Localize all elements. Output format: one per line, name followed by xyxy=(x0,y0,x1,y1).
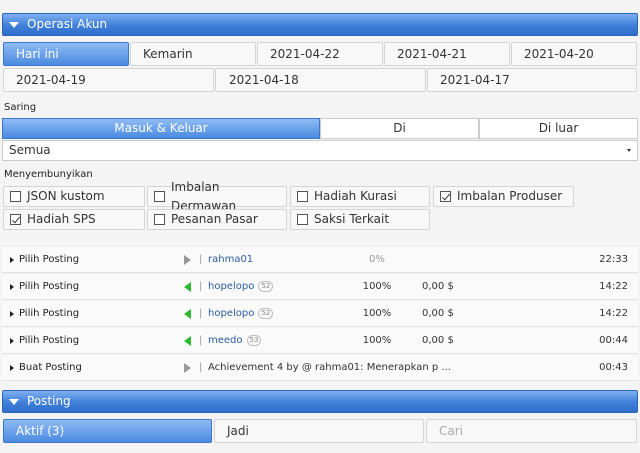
operation-type: Pilih Posting xyxy=(19,281,80,292)
posting-title: Posting xyxy=(27,394,71,408)
separator: | xyxy=(199,254,203,265)
checkbox-checked-icon xyxy=(440,191,451,202)
operation-row[interactable]: Pilih Posting | hopelopo 52 100% 0,00 $ 1… xyxy=(2,301,638,327)
expand-arrow-icon xyxy=(10,284,14,290)
filter-label: Saring xyxy=(4,102,37,113)
tab-active[interactable]: Aktif (3) xyxy=(3,419,212,443)
vote-grey-icon xyxy=(184,255,191,265)
checkbox-icon xyxy=(154,191,165,202)
tab-search[interactable]: Cari xyxy=(426,419,637,443)
tab-done[interactable]: Jadi xyxy=(214,419,424,443)
vote-amount: 0,00 $ xyxy=(422,335,454,346)
date-button-2021-04-20[interactable]: 2021-04-20 xyxy=(511,42,637,66)
direction-filter: Masuk & Keluar Di Di luar xyxy=(2,118,638,139)
expand-arrow-icon xyxy=(10,365,14,371)
operation-time: 00:44 xyxy=(599,335,628,346)
reputation-badge: 53 xyxy=(246,334,262,346)
date-button-2021-04-21[interactable]: 2021-04-21 xyxy=(384,42,510,66)
operation-time: 22:33 xyxy=(599,254,628,265)
hide-label: Menyembunyikan xyxy=(4,169,93,180)
date-button-today[interactable]: Hari ini xyxy=(3,42,129,66)
checkbox-icon xyxy=(10,191,21,202)
date-button-2021-04-19[interactable]: 2021-04-19 xyxy=(3,68,214,92)
hide-option-sps-reward[interactable]: Hadiah SPS xyxy=(3,209,145,230)
reputation-badge: 52 xyxy=(258,307,274,319)
separator: | xyxy=(199,281,203,292)
post-title-link[interactable]: Achievement 4 by @ rahma01: Menerapkan p… xyxy=(208,355,451,381)
posting-header[interactable]: Posting xyxy=(2,390,638,413)
vote-percent: 100% xyxy=(362,335,392,346)
date-button-yesterday[interactable]: Kemarin xyxy=(130,42,256,66)
filter-tab-out[interactable]: Di luar xyxy=(479,118,638,139)
author-link[interactable]: hopelopo 52 xyxy=(208,274,274,300)
date-button-2021-04-18[interactable]: 2021-04-18 xyxy=(215,68,426,92)
separator: | xyxy=(199,335,203,346)
hide-option-label: JSON kustom xyxy=(27,189,105,203)
operation-row[interactable]: Pilih Posting | rahma01 0% 22:33 xyxy=(2,247,638,273)
operation-time: 00:43 xyxy=(599,362,628,373)
operation-row[interactable]: Pilih Posting | meedo 53 100% 0,00 $ 00:4… xyxy=(2,328,638,354)
vote-green-icon xyxy=(184,309,191,319)
operation-row[interactable]: Pilih Posting | hopelopo 52 100% 0,00 $ 1… xyxy=(2,274,638,300)
operation-type-select[interactable]: Semua xyxy=(2,140,638,161)
expand-arrow-icon xyxy=(10,338,14,344)
separator: | xyxy=(199,308,203,319)
operation-type: Buat Posting xyxy=(19,362,82,373)
hide-option-label: Hadiah SPS xyxy=(27,212,96,226)
date-button-2021-04-22[interactable]: 2021-04-22 xyxy=(257,42,383,66)
collapse-triangle-icon xyxy=(9,398,19,405)
operation-time: 14:22 xyxy=(599,281,628,292)
author-link[interactable]: meedo 53 xyxy=(208,328,262,354)
hide-option-market-order[interactable]: Pesanan Pasar xyxy=(147,209,287,230)
hide-option-label: Pesanan Pasar xyxy=(171,212,258,226)
hide-option-benefactor-reward[interactable]: Imbalan Dermawan xyxy=(147,180,287,213)
caret-down-icon xyxy=(627,149,631,152)
hide-option-author-reward[interactable]: Imbalan Produser xyxy=(433,186,574,207)
operation-row[interactable]: Buat Posting | Achievement 4 by @ rahma0… xyxy=(2,355,638,381)
vote-percent: 100% xyxy=(362,308,392,319)
hide-option-label: Imbalan Produser xyxy=(457,189,563,203)
operation-type: Pilih Posting xyxy=(19,335,80,346)
filter-tab-in-out[interactable]: Masuk & Keluar xyxy=(2,118,320,139)
select-value: Semua xyxy=(9,143,51,157)
expand-arrow-icon xyxy=(10,257,14,263)
author-link[interactable]: hopelopo 52 xyxy=(208,301,274,327)
filter-tab-in[interactable]: Di xyxy=(320,118,479,139)
checkbox-checked-icon xyxy=(10,214,21,225)
hide-option-custom-json[interactable]: JSON kustom xyxy=(3,186,145,207)
account-ops-title: Operasi Akun xyxy=(27,17,108,31)
vote-green-icon xyxy=(184,282,191,292)
operation-time: 14:22 xyxy=(599,308,628,319)
vote-amount: 0,00 $ xyxy=(422,308,454,319)
vote-percent: 100% xyxy=(362,281,392,292)
checkbox-icon xyxy=(154,214,165,225)
vote-grey-icon xyxy=(184,363,191,373)
reputation-badge: 52 xyxy=(258,280,274,292)
vote-amount: 0,00 $ xyxy=(422,281,454,292)
vote-green-icon xyxy=(184,336,191,346)
author-link[interactable]: rahma01 xyxy=(208,247,253,273)
vote-percent: 0% xyxy=(369,254,385,265)
separator: | xyxy=(199,362,203,373)
checkbox-icon xyxy=(297,214,308,225)
account-ops-header[interactable]: Operasi Akun xyxy=(2,13,638,36)
hide-option-label: Saksi Terkait xyxy=(314,212,390,226)
operation-type: Pilih Posting xyxy=(19,308,80,319)
expand-arrow-icon xyxy=(10,311,14,317)
hide-option-label: Hadiah Kurasi xyxy=(314,189,397,203)
hide-option-witness-related[interactable]: Saksi Terkait xyxy=(290,209,430,230)
date-button-2021-04-17[interactable]: 2021-04-17 xyxy=(427,68,637,92)
collapse-triangle-icon xyxy=(9,21,19,28)
hide-option-curation-reward[interactable]: Hadiah Kurasi xyxy=(290,186,430,207)
checkbox-icon xyxy=(297,191,308,202)
operation-type: Pilih Posting xyxy=(19,254,80,265)
